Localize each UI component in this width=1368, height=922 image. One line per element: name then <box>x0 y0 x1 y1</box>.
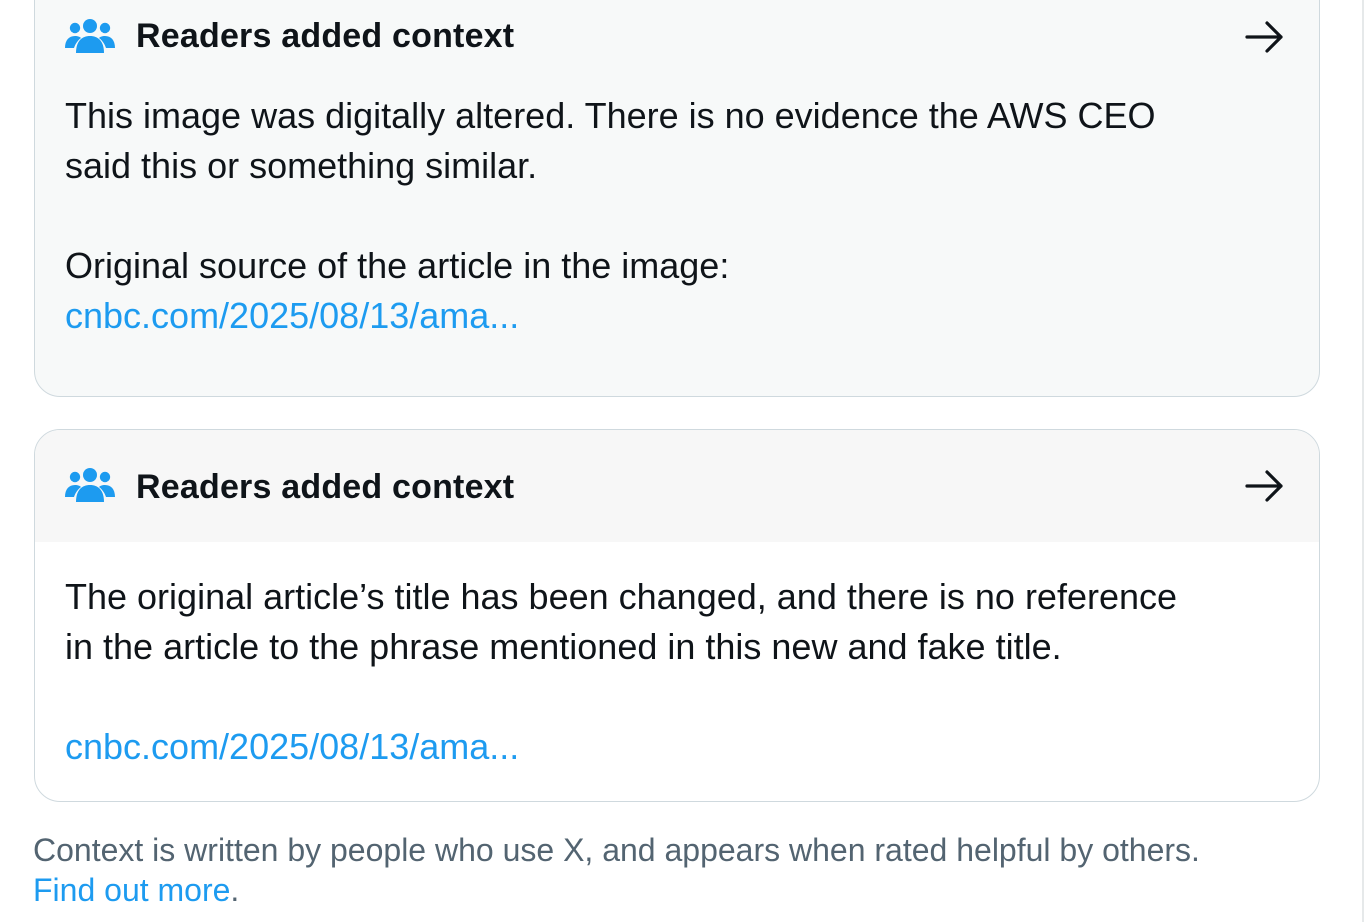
note-header[interactable]: Readers added context <box>35 430 1319 542</box>
arrow-right-icon[interactable] <box>1243 15 1287 59</box>
note-source-label: Original source of the article in the im… <box>65 245 730 286</box>
note-title: Readers added context <box>136 468 515 506</box>
community-notes-page: Readers added context This image was dig… <box>0 0 1368 922</box>
note-body: The original article’s title has been ch… <box>65 572 1279 772</box>
people-icon <box>65 19 115 53</box>
community-note-card[interactable]: Readers added context The original artic… <box>34 429 1320 802</box>
note-title: Readers added context <box>136 17 515 55</box>
arrow-right-icon[interactable] <box>1243 464 1287 508</box>
note-text-line: in the article to the phrase mentioned i… <box>65 626 1062 667</box>
people-icon <box>65 468 115 502</box>
note-text-line: The original article’s title has been ch… <box>65 576 1178 617</box>
footer-text: Context is written by people who use X, … <box>33 832 1200 868</box>
find-out-more-link[interactable]: Find out more <box>33 872 230 908</box>
note-body: This image was digitally altered. There … <box>65 91 1279 341</box>
note-source-link[interactable]: cnbc.com/2025/08/13/ama... <box>65 726 519 767</box>
note-header[interactable]: Readers added context <box>35 1 1319 73</box>
column-divider <box>1362 0 1364 922</box>
note-source-link[interactable]: cnbc.com/2025/08/13/ama... <box>65 295 519 336</box>
note-text-line: This image was digitally altered. There … <box>65 95 1156 136</box>
community-note-card[interactable]: Readers added context This image was dig… <box>34 0 1320 397</box>
note-text-line: said this or something similar. <box>65 145 538 186</box>
notes-footer: Context is written by people who use X, … <box>33 830 1333 910</box>
footer-trailing: . <box>230 872 240 908</box>
